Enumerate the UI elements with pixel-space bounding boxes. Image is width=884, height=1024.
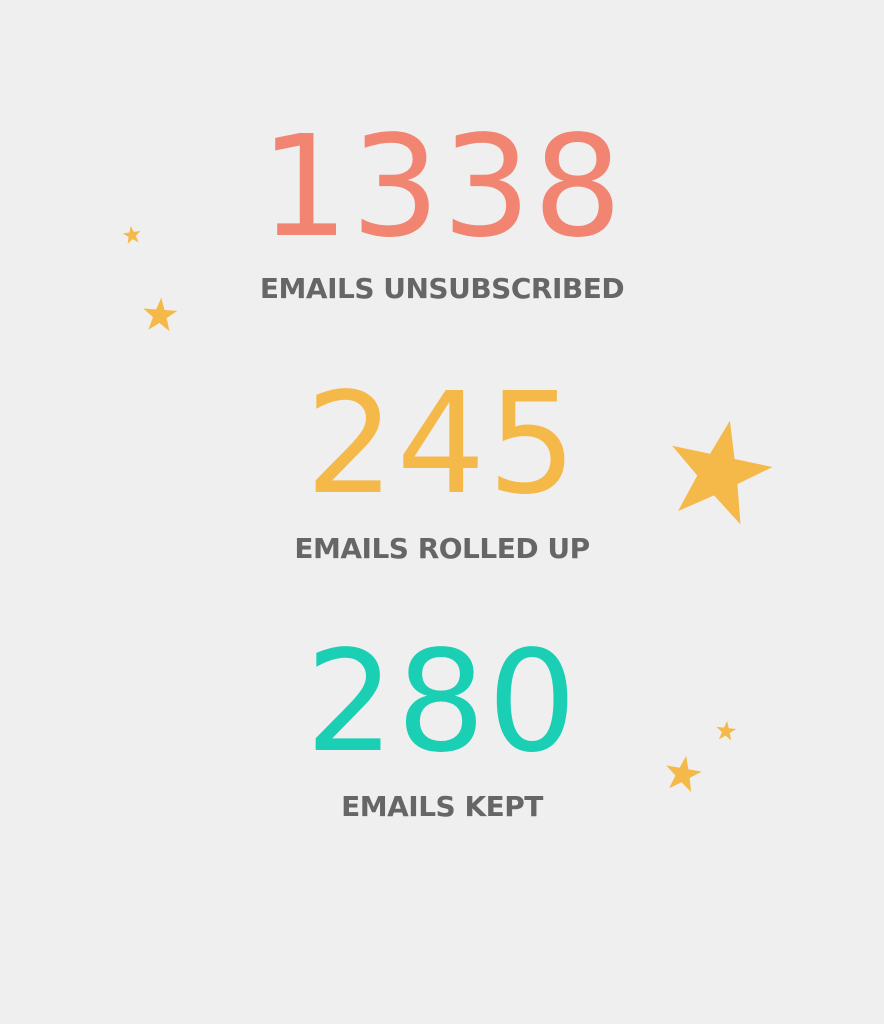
- stat-emails-unsubscribed: 1338 EMAILS UNSUBSCRIBED: [0, 118, 884, 306]
- star-icon: [121, 224, 144, 247]
- stat-emails-kept: 280 EMAILS KEPT: [0, 633, 884, 824]
- stat-unsubscribed-label: EMAILS UNSUBSCRIBED: [259, 272, 625, 305]
- star-icon: [651, 404, 786, 539]
- star-icon: [660, 751, 706, 797]
- stat-kept-value: 280: [305, 621, 579, 784]
- star-icon: [140, 295, 181, 336]
- star-icon: [714, 719, 738, 743]
- stat-kept-label: EMAILS KEPT: [341, 790, 543, 823]
